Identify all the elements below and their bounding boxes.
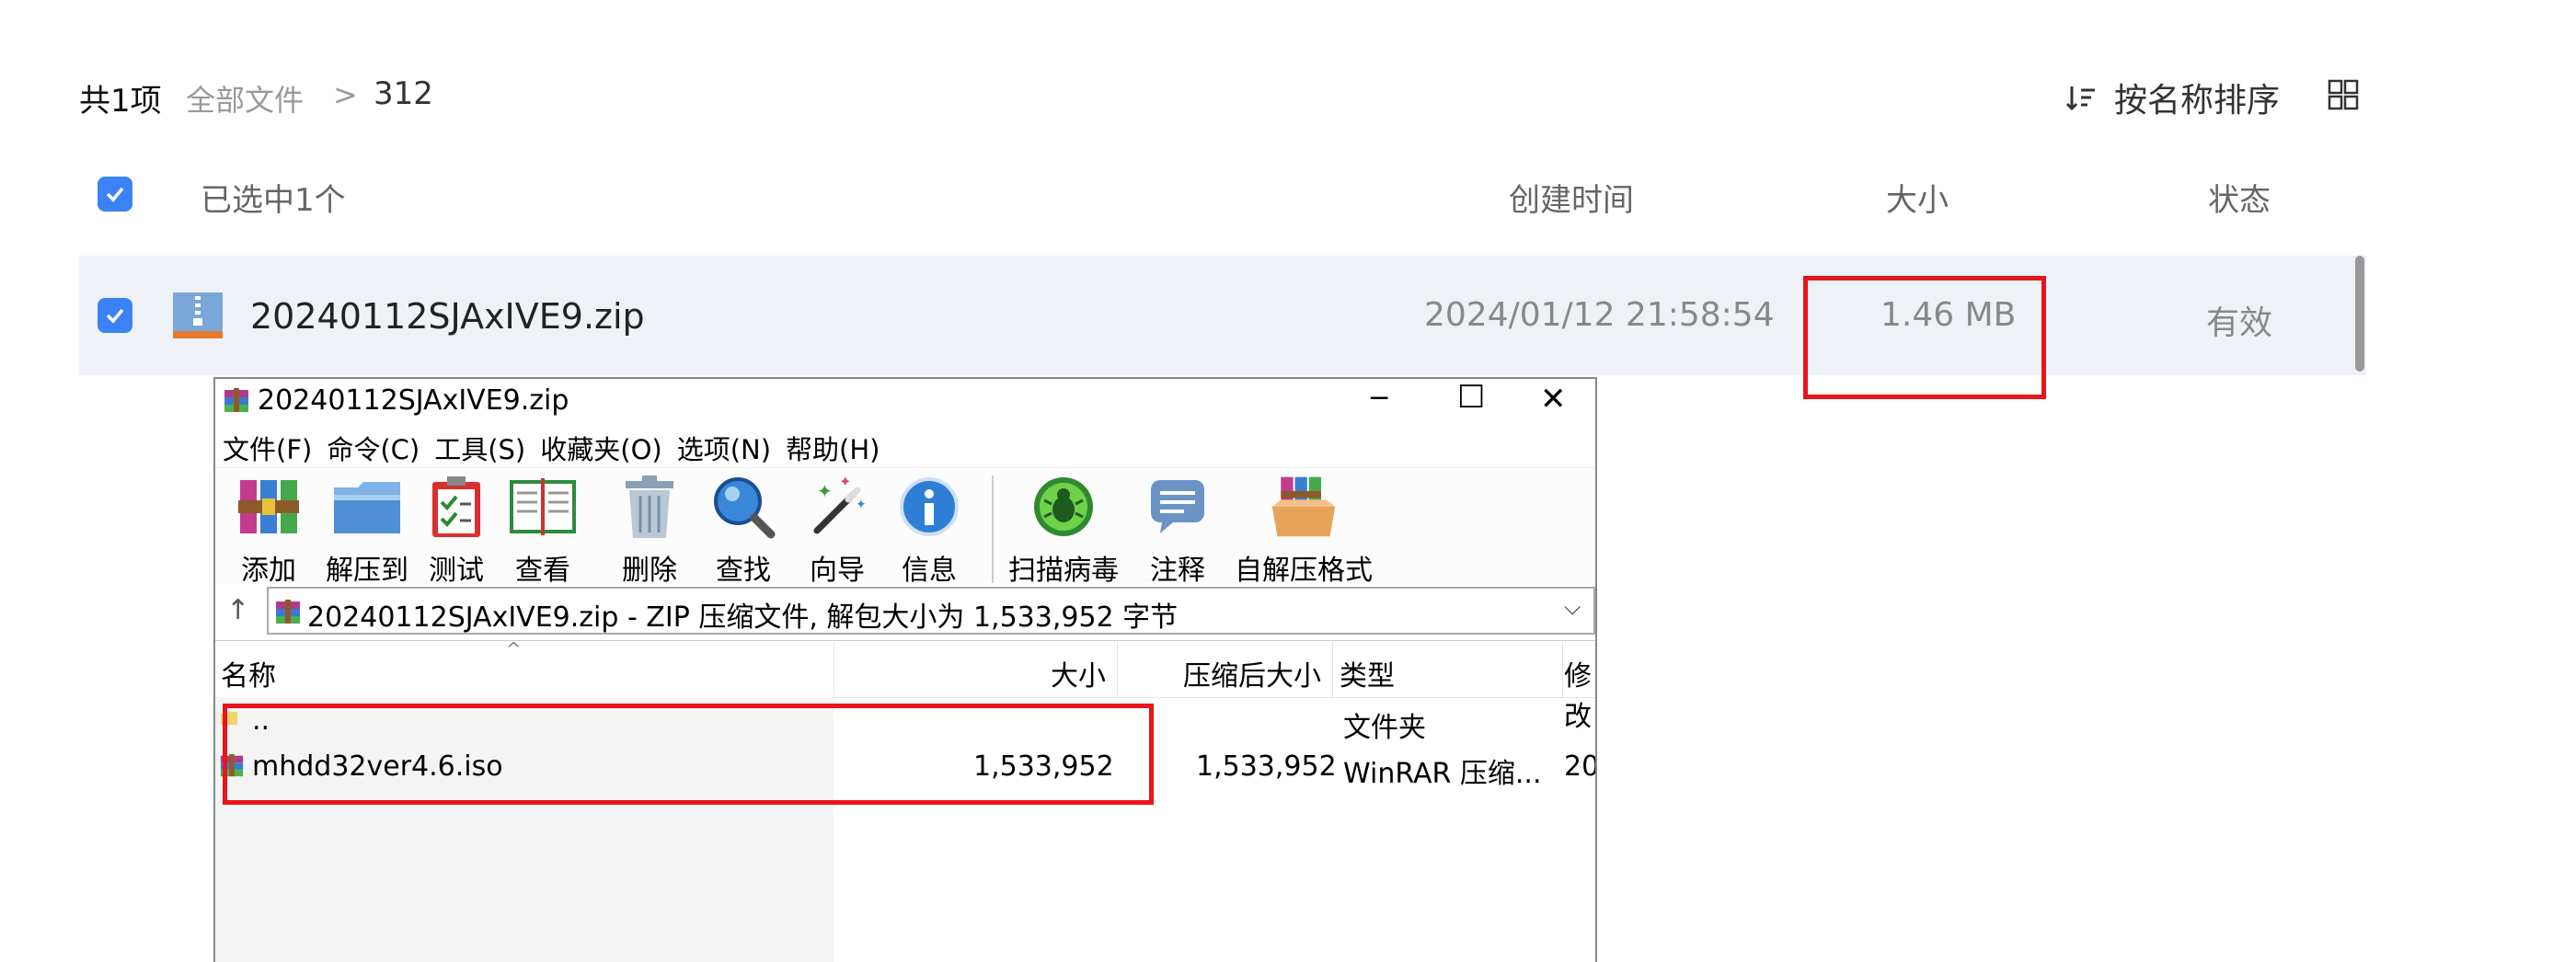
sort-label: 按名称排序 xyxy=(2114,82,2281,120)
menu-bar: 文件(F) 命令(C) 工具(S) 收藏夹(O) 选项(N) 帮助(H) xyxy=(223,429,880,467)
winrar-window: 20240112SJAxIVE9.zip ─ ☐ ✕ 文件(F) 命令(C) 工… xyxy=(213,377,1597,962)
file-list-header: 名称 ^ 大小 压缩后大小 类型 修改 xyxy=(215,638,1595,733)
toolbar-delete-button[interactable]: 删除 xyxy=(615,472,684,588)
list-item-packed: 1,533,952 xyxy=(1196,750,1337,783)
svg-text:✦: ✦ xyxy=(817,480,833,502)
grid-view-icon[interactable] xyxy=(2328,79,2359,110)
check-icon xyxy=(106,308,124,324)
winrar-app-icon xyxy=(224,388,248,412)
toolbar-comment-button[interactable]: 注释 xyxy=(1143,472,1213,588)
sort-caret-icon: ^ xyxy=(506,638,522,660)
file-status: 有效 xyxy=(2206,304,2273,342)
minimize-button[interactable]: ─ xyxy=(1371,383,1387,415)
breadcrumb-current: 312 xyxy=(374,75,433,112)
sfx-box-icon xyxy=(1271,476,1336,537)
col-divider[interactable] xyxy=(1562,642,1563,697)
magic-wand-icon: ✦ ✦ ✦ xyxy=(813,474,867,534)
close-button[interactable]: ✕ xyxy=(1540,381,1567,418)
column-size[interactable]: 大小 xyxy=(1886,175,1949,220)
menu-file[interactable]: 文件(F) xyxy=(223,429,312,467)
selected-count: 已选中1个 xyxy=(201,182,346,219)
col-name[interactable]: 名称 xyxy=(221,653,276,693)
bug-icon xyxy=(1034,477,1093,536)
breadcrumb-separator: > xyxy=(333,77,358,112)
menu-favorites[interactable]: 收藏夹(O) xyxy=(540,429,661,467)
col-size[interactable]: 大小 xyxy=(1051,653,1106,693)
toolbar-view-button[interactable]: 查看 xyxy=(508,472,578,588)
comment-icon xyxy=(1151,480,1204,533)
scrollbar-thumb[interactable] xyxy=(2355,256,2364,372)
column-status: 状态 xyxy=(2208,182,2271,219)
menu-command[interactable]: 命令(C) xyxy=(327,429,420,467)
list-item-type: WinRAR 压缩... xyxy=(1343,758,1542,790)
item-count: 共1项 xyxy=(79,83,162,120)
address-bar: ↑ 20240112SJAxIVE9.zip - ZIP 压缩文件, 解包大小为… xyxy=(215,583,1595,641)
trash-icon xyxy=(626,475,673,538)
toolbar-separator xyxy=(992,475,994,593)
toolbar-extract-button[interactable]: 解压到 xyxy=(326,472,408,588)
up-folder-button[interactable]: ↑ xyxy=(226,594,249,626)
toolbar-find-button[interactable]: 查找 xyxy=(708,472,778,588)
highlight-box-size xyxy=(1803,276,2046,399)
column-created[interactable]: 创建时间 xyxy=(1509,175,1634,220)
magnifier-icon xyxy=(714,477,776,539)
select-all-checkbox[interactable] xyxy=(98,177,132,212)
toolbar-info-button[interactable]: 信息 xyxy=(894,472,964,588)
menu-tools[interactable]: 工具(S) xyxy=(434,429,525,467)
check-icon xyxy=(106,187,124,202)
open-book-icon xyxy=(510,478,576,535)
breadcrumb-root[interactable]: 全部文件 xyxy=(186,77,304,120)
path-field[interactable]: 20240112SJAxIVE9.zip - ZIP 压缩文件, 解包大小为 1… xyxy=(267,587,1595,635)
zip-file-icon xyxy=(173,292,223,338)
books-icon xyxy=(238,480,299,533)
toolbar-wizard-button[interactable]: ✦ ✦ ✦ 向导 xyxy=(802,472,872,588)
window-title: 20240112SJAxIVE9.zip xyxy=(258,384,569,417)
svg-text:✦: ✦ xyxy=(839,474,851,490)
file-date: 2024/01/12 21:58:54 xyxy=(1424,296,1775,334)
col-divider[interactable] xyxy=(1332,642,1333,697)
col-packed[interactable]: 压缩后大小 xyxy=(1183,653,1321,693)
sort-icon xyxy=(2065,86,2095,111)
sort-button[interactable]: 按名称排序 xyxy=(2064,74,2280,121)
menu-help[interactable]: 帮助(H) xyxy=(786,429,880,467)
maximize-button[interactable]: ☐ xyxy=(1457,379,1485,416)
list-item-modified: 20 xyxy=(1564,750,1597,783)
highlight-box-file xyxy=(223,704,1154,805)
chevron-down-icon[interactable]: ⌵ xyxy=(1564,594,1581,620)
col-type[interactable]: 类型 xyxy=(1340,653,1395,693)
clipboard-check-icon xyxy=(432,476,480,537)
col-divider[interactable] xyxy=(1117,642,1118,697)
archive-icon xyxy=(276,600,300,624)
menu-options[interactable]: 选项(N) xyxy=(677,429,771,467)
file-name[interactable]: 20240112SJAxIVE9.zip xyxy=(250,296,645,337)
folder-icon xyxy=(334,482,400,533)
file-row-checkbox[interactable] xyxy=(98,298,132,333)
list-item-type: 文件夹 xyxy=(1343,712,1426,744)
toolbar-virus-scan-button[interactable]: 扫描病毒 xyxy=(1008,472,1119,588)
svg-text:✦: ✦ xyxy=(856,498,867,512)
path-text: 20240112SJAxIVE9.zip - ZIP 压缩文件, 解包大小为 1… xyxy=(307,601,1179,634)
toolbar-add-button[interactable]: 添加 xyxy=(234,472,304,588)
toolbar-test-button[interactable]: 测试 xyxy=(421,472,491,588)
toolbar-sfx-button[interactable]: 自解压格式 xyxy=(1235,472,1373,588)
info-icon xyxy=(900,477,959,536)
